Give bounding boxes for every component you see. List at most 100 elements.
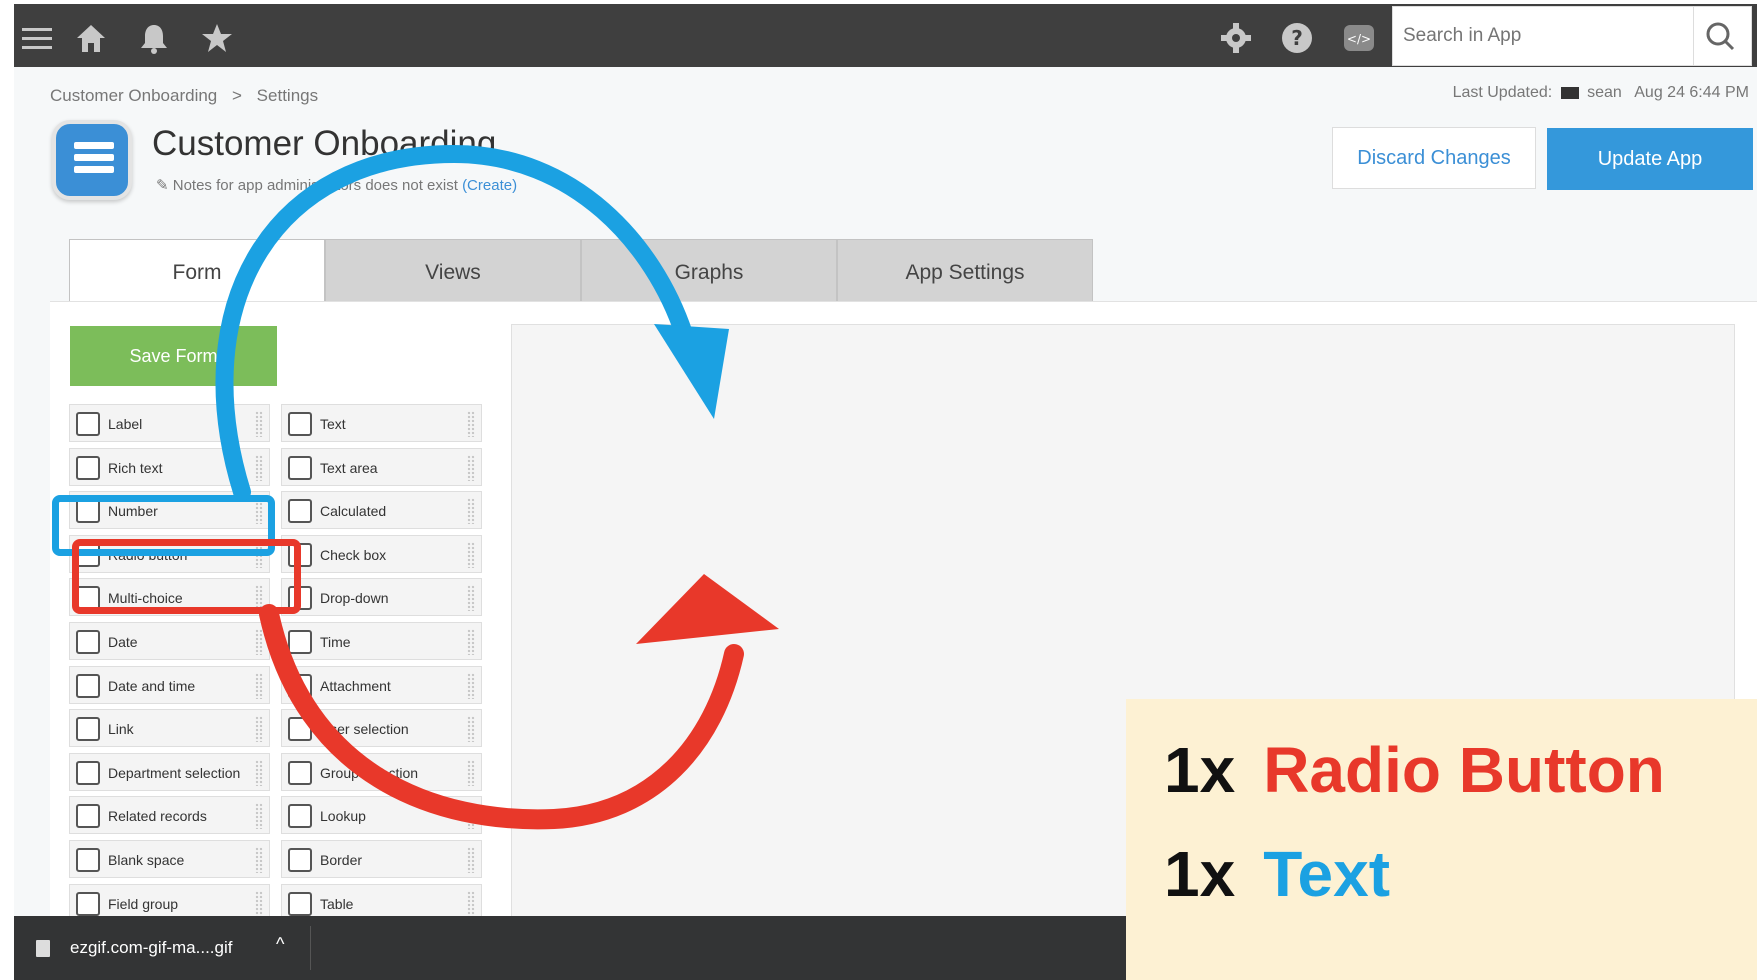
- drag-handle-icon[interactable]: [467, 585, 475, 612]
- drag-handle-icon[interactable]: [467, 454, 475, 481]
- palette-field-label: Time: [320, 634, 351, 650]
- palette-field[interactable]: User selection: [281, 709, 482, 748]
- tab-views[interactable]: Views: [325, 239, 581, 305]
- palette-field-label: Text: [320, 416, 346, 432]
- download-file-name[interactable]: ezgif.com-gif-ma....gif: [70, 938, 233, 958]
- palette-field-label: Date and time: [108, 677, 196, 694]
- palette-field[interactable]: Date and time: [69, 665, 270, 704]
- tab-form[interactable]: Form: [69, 239, 325, 305]
- lookup-icon: [288, 804, 312, 829]
- drag-handle-icon[interactable]: [255, 716, 263, 743]
- drag-handle-icon[interactable]: [467, 803, 475, 830]
- drag-handle-icon[interactable]: [255, 411, 263, 437]
- palette-field-label: Drop-down: [320, 590, 389, 607]
- drag-handle-icon[interactable]: [467, 672, 475, 699]
- tag-icon: [76, 412, 100, 436]
- tab-app-settings[interactable]: App Settings: [837, 239, 1093, 305]
- admin-note-text: Notes for app administrators does not ex…: [172, 177, 458, 194]
- screenshot-frame: ? </> Customer Onboarding > Settings Las…: [14, 4, 1757, 980]
- create-note-link[interactable]: (Create): [462, 177, 517, 194]
- palette-field-label: Calculated: [320, 503, 387, 520]
- download-separator: [310, 926, 311, 970]
- link-icon: [76, 717, 100, 742]
- palette-field[interactable]: Department selection: [69, 752, 270, 791]
- drag-handle-icon[interactable]: [255, 759, 263, 786]
- attachment-icon: [288, 673, 312, 698]
- palette-field[interactable]: Calculated: [281, 491, 482, 530]
- drag-handle-icon[interactable]: [255, 672, 263, 699]
- group-icon: [288, 760, 312, 785]
- palette-field[interactable]: Check box: [281, 534, 482, 573]
- tab-graphs[interactable]: Graphs: [581, 239, 837, 305]
- chevron-up-icon[interactable]: ^: [276, 934, 284, 955]
- drag-handle-icon[interactable]: [467, 498, 475, 525]
- drag-handle-icon[interactable]: [255, 803, 263, 830]
- app-icon: [52, 120, 132, 200]
- overlay-row-radio: 1x Radio Button: [1164, 734, 1665, 806]
- breadcrumb-settings[interactable]: Settings: [257, 86, 318, 105]
- palette-field-label: Table: [320, 895, 354, 912]
- field-group-icon: [76, 891, 100, 916]
- file-icon: [36, 940, 50, 957]
- datetime-icon: [76, 673, 100, 698]
- breadcrumb-app[interactable]: Customer Onboarding: [50, 86, 217, 105]
- overlay-qty: 1x: [1164, 734, 1236, 806]
- update-app-button[interactable]: Update App: [1547, 128, 1753, 190]
- palette-field-label: Related records: [108, 808, 207, 825]
- palette-field[interactable]: Link: [69, 709, 270, 748]
- breadcrumb: Customer Onboarding > Settings: [50, 86, 328, 106]
- palette-field[interactable]: Text: [281, 404, 482, 442]
- drag-handle-icon[interactable]: [255, 454, 263, 481]
- save-form-button[interactable]: Save Form: [70, 326, 277, 386]
- menu-icon[interactable]: [20, 21, 54, 55]
- drag-handle-icon[interactable]: [467, 759, 475, 786]
- date-icon: [76, 630, 100, 654]
- drag-handle-icon[interactable]: [255, 890, 263, 917]
- help-icon[interactable]: ?: [1280, 21, 1314, 55]
- rich-text-icon: [76, 455, 100, 480]
- discard-changes-button[interactable]: Discard Changes: [1332, 127, 1536, 189]
- palette-field[interactable]: Blank space: [69, 840, 270, 878]
- gear-icon[interactable]: [1219, 21, 1253, 55]
- palette-field[interactable]: Label: [69, 404, 270, 442]
- palette-field[interactable]: Border: [281, 840, 482, 878]
- bell-icon[interactable]: [137, 21, 171, 55]
- svg-text:?: ?: [1291, 26, 1303, 50]
- palette-field-label: Group selection: [320, 764, 419, 781]
- star-icon[interactable]: [200, 21, 234, 55]
- palette-field[interactable]: Group selection: [281, 752, 482, 791]
- drag-handle-icon[interactable]: [467, 847, 475, 873]
- search-button[interactable]: [1699, 17, 1743, 57]
- palette-field[interactable]: Drop-down: [281, 578, 482, 617]
- user-icon: [288, 717, 312, 742]
- drag-handle-icon[interactable]: [467, 411, 475, 437]
- overlay-name-radio: Radio Button: [1263, 734, 1665, 806]
- drag-handle-icon[interactable]: [467, 890, 475, 917]
- palette-field[interactable]: Related records: [69, 796, 270, 835]
- page-title: Customer Onboarding: [152, 124, 497, 163]
- component-count-overlay: 1x Radio Button 1x Text: [1126, 699, 1757, 980]
- palette-field[interactable]: Rich text: [69, 447, 270, 486]
- drag-handle-icon[interactable]: [255, 847, 263, 873]
- code-icon[interactable]: </>: [1342, 21, 1376, 55]
- home-icon[interactable]: [74, 21, 108, 55]
- palette-field-label: Lookup: [320, 808, 366, 825]
- drag-handle-icon[interactable]: [255, 629, 263, 655]
- drag-handle-icon[interactable]: [467, 629, 475, 655]
- palette-field-label: Attachment: [320, 677, 391, 694]
- note-icon: ✎: [156, 177, 169, 194]
- palette-field[interactable]: Text area: [281, 447, 482, 486]
- overlay-qty: 1x: [1164, 838, 1236, 910]
- search-input[interactable]: [1403, 21, 1683, 51]
- palette-field-label: Border: [320, 852, 363, 868]
- palette-field[interactable]: Attachment: [281, 665, 482, 704]
- palette-field-label: Date: [108, 634, 138, 650]
- palette-field-label: Link: [108, 721, 134, 738]
- drag-handle-icon[interactable]: [467, 716, 475, 743]
- last-updated-user[interactable]: sean: [1587, 84, 1622, 101]
- palette-field[interactable]: Lookup: [281, 796, 482, 835]
- last-updated-time: Aug 24 6:44 PM: [1634, 84, 1749, 101]
- palette-field[interactable]: Date: [69, 622, 270, 660]
- drag-handle-icon[interactable]: [467, 541, 475, 568]
- palette-field[interactable]: Time: [281, 622, 482, 660]
